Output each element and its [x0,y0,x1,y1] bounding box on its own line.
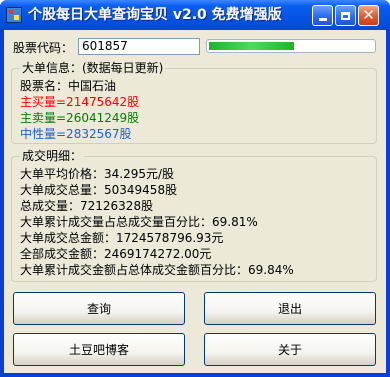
window-title: 个股每日大单查询宝贝 v2.0 免费增强版 [28,7,282,23]
title-bar[interactable]: 个股每日大单查询宝贝 v2.0 免费增强版 ✕ [0,0,390,30]
neutral-volume-text: 中性量=2832567股 [20,127,132,141]
maximize-button[interactable] [335,5,356,26]
detail-line: 大单成交总量：50349458股 [20,183,178,197]
detail-line: 总成交量：72126328股 [20,199,154,213]
detail-line: 大单平均价格：34.295元/股 [20,167,175,181]
close-icon: ✕ [362,6,375,24]
blog-button[interactable]: 土豆吧博客 [13,333,185,366]
app-window: 个股每日大单查询宝贝 v2.0 免费增强版 ✕ 股票代码： 601857 大单信… [0,0,390,377]
active-sell-text: 主卖量=26041249股 [20,111,140,125]
app-icon[interactable] [6,7,22,23]
active-buy-text: 主买量=21475642股 [20,95,140,109]
query-progress-bar [206,39,376,53]
maximize-icon [341,11,350,20]
stock-code-input[interactable]: 601857 [78,38,200,55]
detail-line: 全部成交金额：2469174272.00元 [20,247,212,261]
detail-group-title: 成交明细： [20,149,85,163]
detail-line: 大单累计成交金额占总体成交金额百分比：69.84% [20,263,294,277]
query-button[interactable]: 查询 [13,292,185,325]
exit-button[interactable]: 退出 [204,292,376,325]
minimize-icon [318,18,327,21]
detail-line: 大单累计成交量占总成交量百分比：69.81% [20,215,258,229]
detail-line: 大单成交总金额：1724578796.93元 [20,231,224,245]
big-order-group: 大单信息：(数据每日更新) 股票名：中国石油 主买量=21475642股 主卖量… [11,61,377,144]
client-area: 股票代码： 601857 大单信息：(数据每日更新) 股票名：中国石油 主买量=… [4,30,386,373]
stock-name-text: 股票名：中国石油 [20,79,117,93]
close-button[interactable]: ✕ [358,5,379,26]
minimize-button[interactable] [312,5,333,26]
big-order-group-title: 大单信息：(数据每日更新) [20,61,166,75]
stock-code-label: 股票代码： [13,41,74,55]
detail-group: 成交明细： 大单平均价格：34.295元/股 大单成交总量：50349458股 … [11,149,377,282]
about-button[interactable]: 关于 [204,333,376,366]
query-progress-fill [209,42,295,50]
